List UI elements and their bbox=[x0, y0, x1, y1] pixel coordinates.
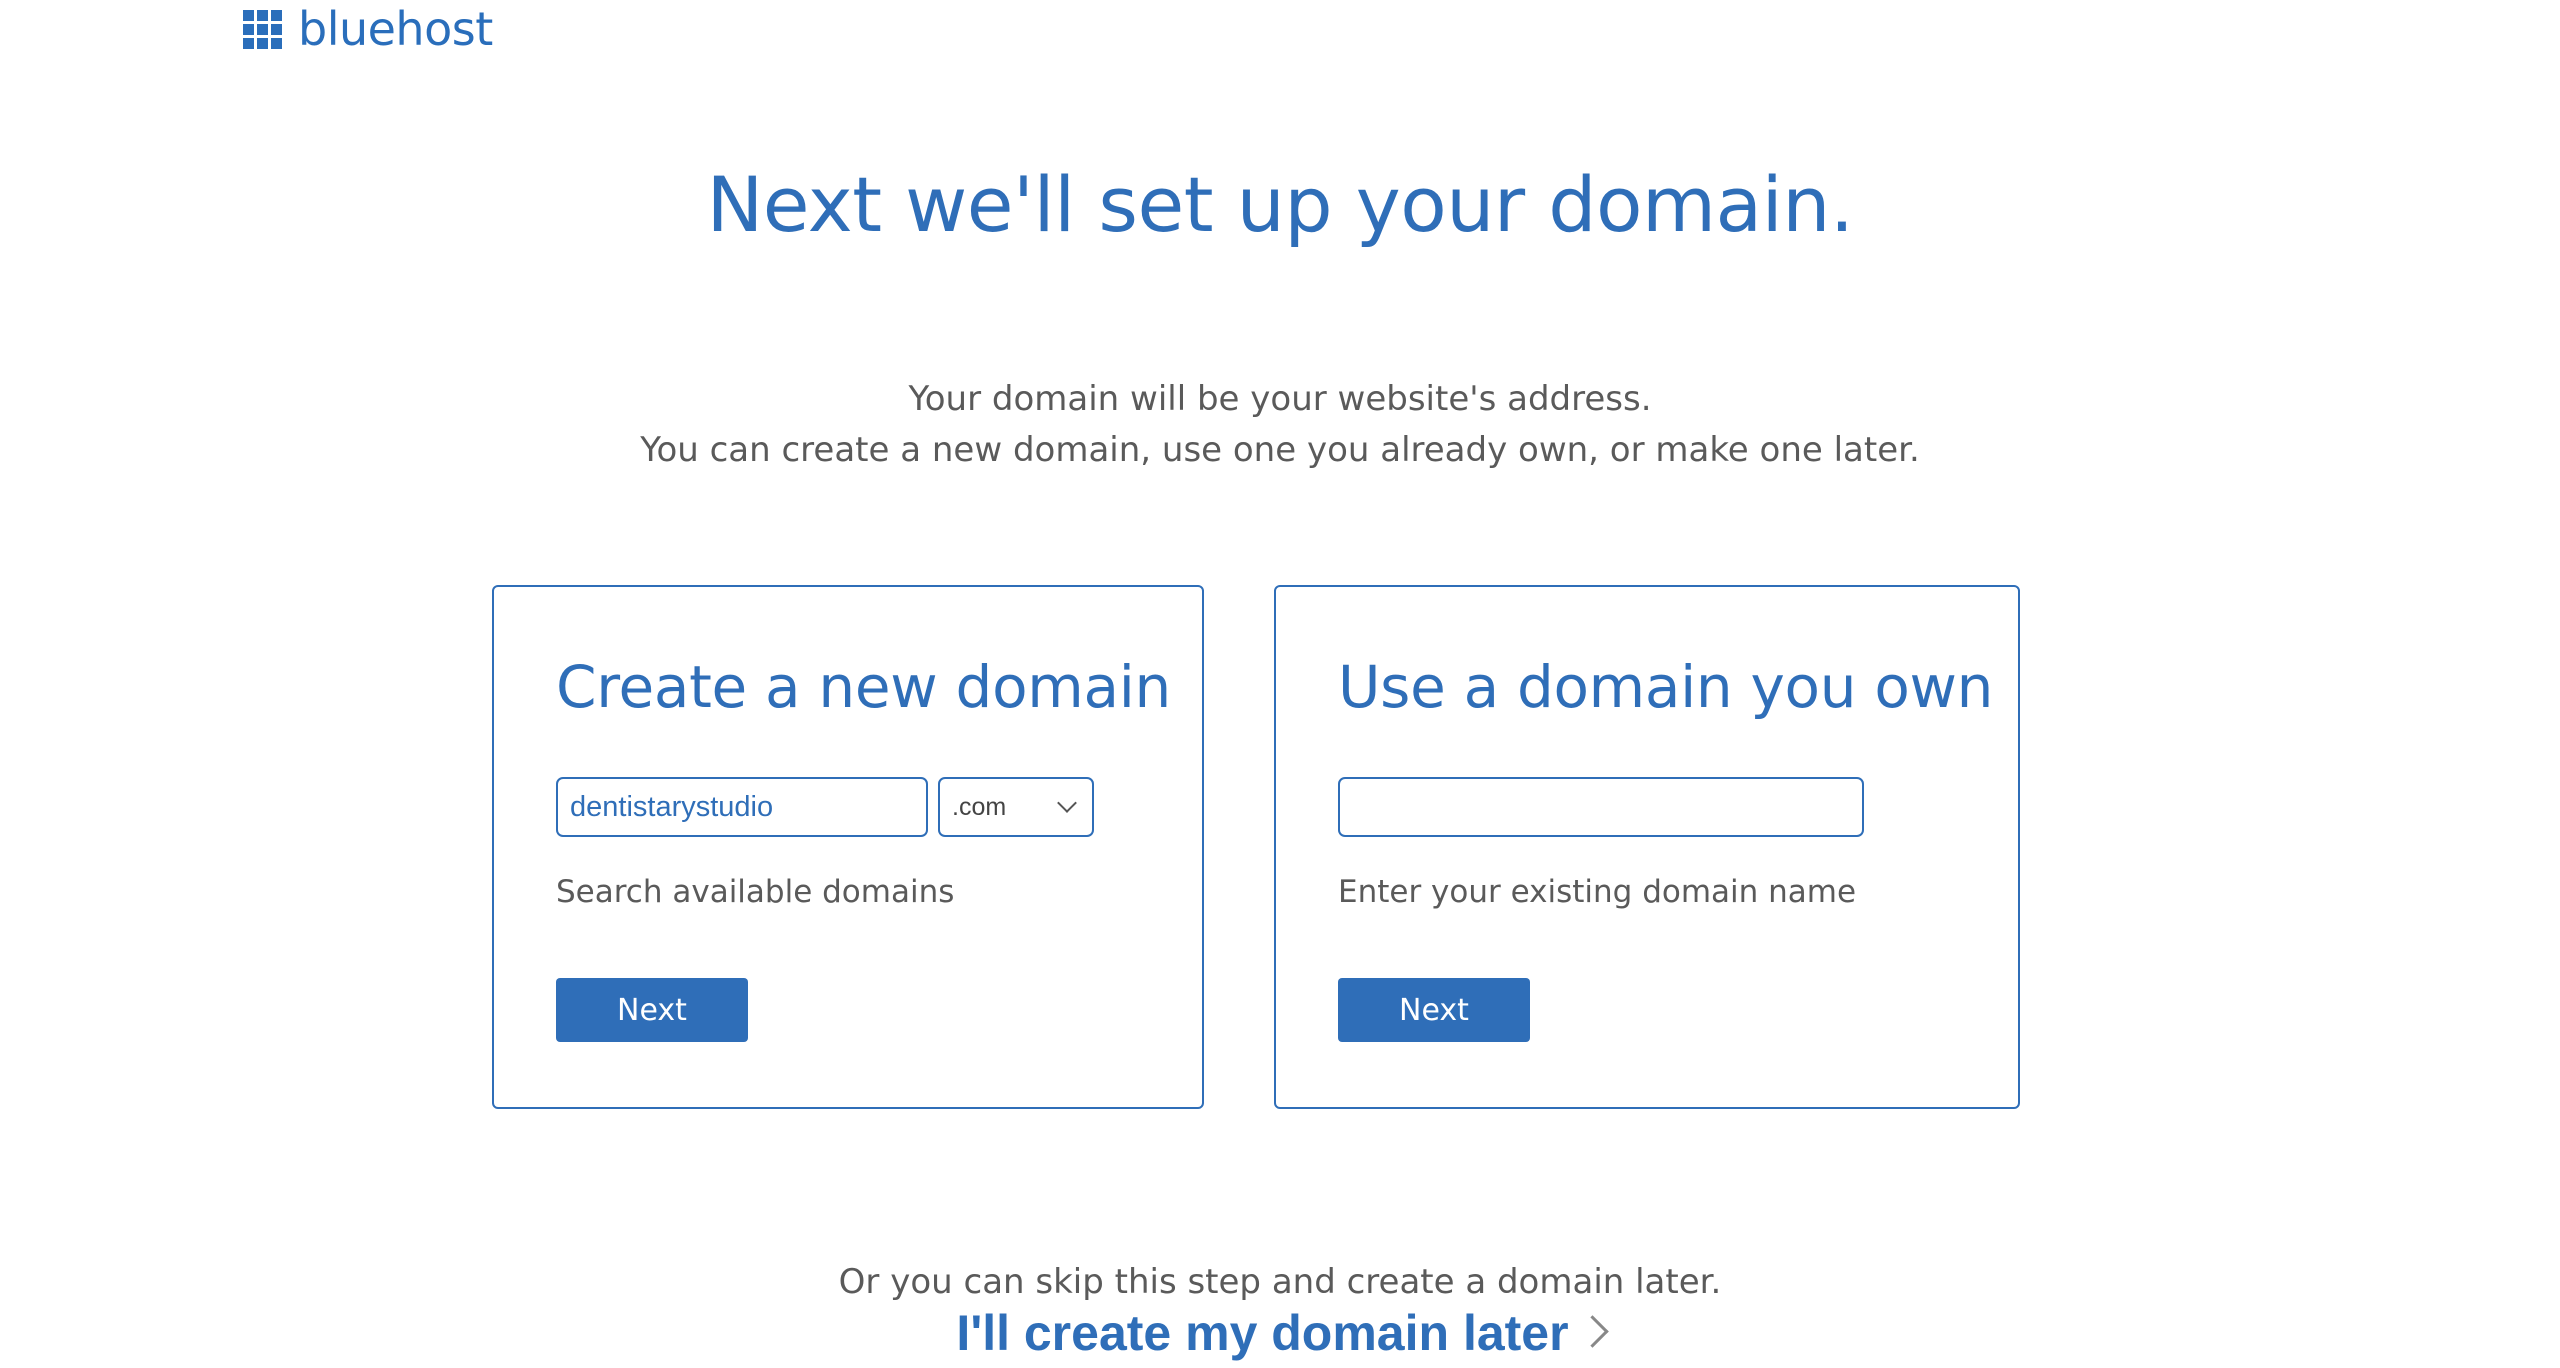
tld-selected-value: .com bbox=[952, 792, 1007, 821]
use-own-domain-card: Use a domain you own Enter your existing… bbox=[1274, 585, 2020, 1109]
create-new-domain-card: Create a new domain .com Search availabl… bbox=[492, 585, 1204, 1109]
use-own-domain-title: Use a domain you own bbox=[1338, 653, 1994, 721]
chevron-down-icon bbox=[1057, 793, 1077, 813]
existing-domain-input[interactable] bbox=[1338, 777, 1864, 837]
tld-select[interactable]: .com bbox=[938, 777, 1094, 837]
new-domain-helper-text: Search available domains bbox=[556, 874, 955, 910]
new-domain-next-button[interactable]: Next bbox=[556, 978, 748, 1042]
new-domain-input[interactable] bbox=[556, 777, 928, 837]
chevron-right-icon bbox=[1575, 1315, 1609, 1349]
skip-step-text: Or you can skip this step and create a d… bbox=[838, 1262, 1722, 1302]
intro-line-1: Your domain will be your website's addre… bbox=[908, 379, 1652, 419]
create-new-domain-title: Create a new domain bbox=[556, 653, 1171, 721]
logo-text: bluehost bbox=[298, 2, 493, 56]
existing-domain-next-button[interactable]: Next bbox=[1338, 978, 1530, 1042]
grid-logo-icon bbox=[243, 9, 282, 49]
existing-domain-helper-text: Enter your existing domain name bbox=[1338, 874, 1857, 910]
intro-text: Your domain will be your website's addre… bbox=[0, 374, 2560, 476]
create-domain-later-link[interactable]: I'll create my domain later bbox=[0, 1304, 2560, 1362]
create-domain-later-label: I'll create my domain later bbox=[956, 1305, 1569, 1361]
page-title: Next we'll set up your domain. bbox=[706, 160, 1854, 249]
intro-line-2: You can create a new domain, use one you… bbox=[640, 430, 1920, 470]
bluehost-logo[interactable]: bluehost bbox=[243, 3, 493, 55]
